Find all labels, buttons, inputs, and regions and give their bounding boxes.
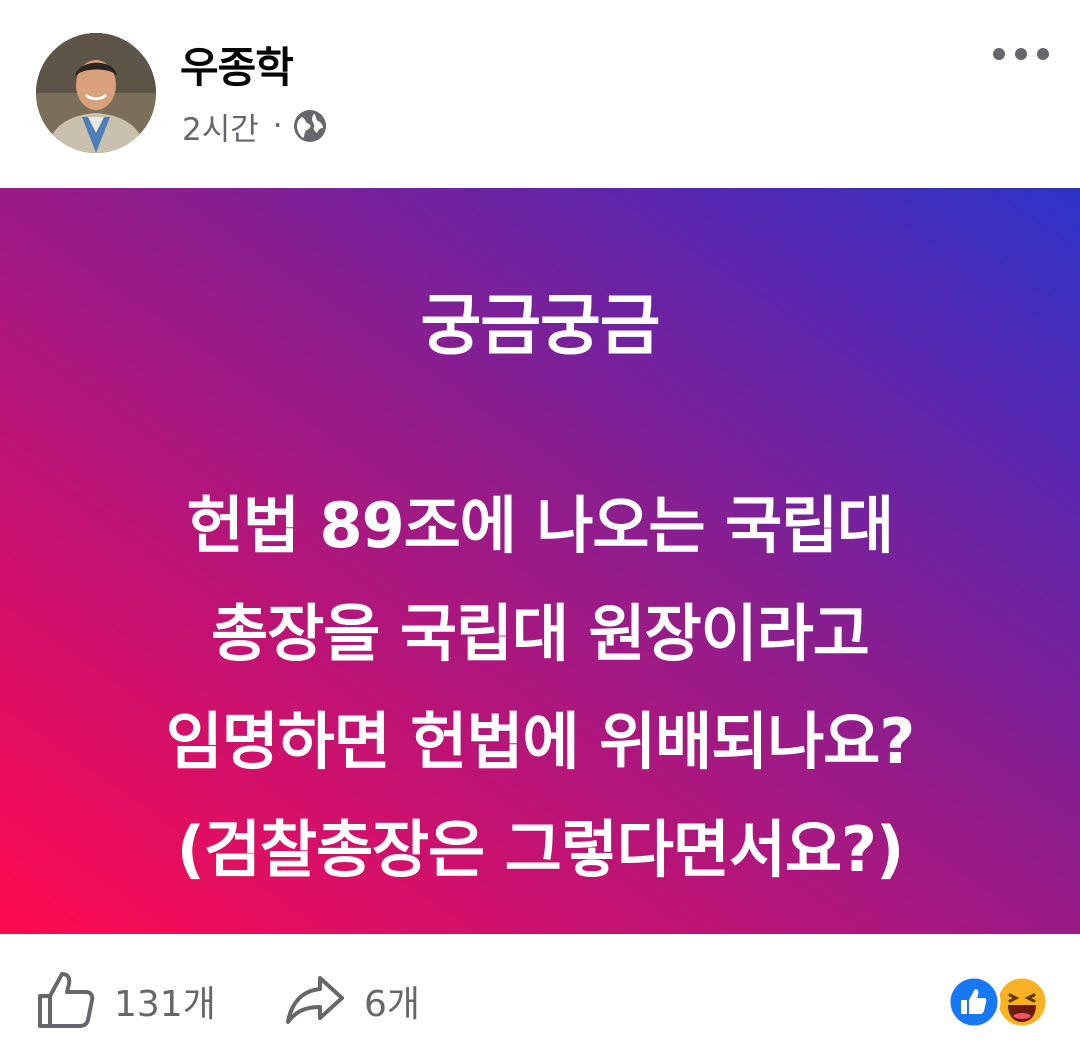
- avatar[interactable]: [36, 33, 156, 153]
- share-button[interactable]: 6개: [284, 964, 420, 1038]
- post-body: 헌법 89조에 나오는 국립대 총장을 국립대 원장이라고 임명하면 헌법에 위…: [165, 472, 916, 904]
- haha-reaction-icon: [995, 975, 1049, 1029]
- post-meta: 2시간 ·: [182, 104, 327, 148]
- post-body-line: 임명하면 헌법에 위배되나요?: [165, 705, 916, 778]
- share-arrow-icon: [284, 968, 346, 1034]
- reaction-summary[interactable]: [946, 974, 1050, 1030]
- thumbs-up-icon: [34, 968, 96, 1034]
- like-button[interactable]: 131개: [34, 964, 216, 1038]
- post-body-line: 헌법 89조에 나오는 국립대: [186, 489, 894, 562]
- like-reaction-icon: [947, 975, 1001, 1029]
- post-body-line: (검찰총장은 그렇다면서요?): [176, 813, 905, 886]
- globe-icon: [293, 109, 327, 143]
- more-options-icon[interactable]: [990, 36, 1052, 72]
- post-content: 궁금궁금 헌법 89조에 나오는 국립대 총장을 국립대 원장이라고 임명하면 …: [0, 188, 1080, 934]
- like-count: 131개: [114, 984, 216, 1025]
- post-header: 우종학 2시간 ·: [0, 0, 1080, 188]
- meta-separator: ·: [272, 108, 283, 144]
- share-count: 6개: [364, 984, 421, 1025]
- post-time[interactable]: 2시간: [182, 104, 259, 149]
- post-title: 궁금궁금: [420, 287, 661, 364]
- avatar-photo: [36, 33, 156, 153]
- author-name[interactable]: 우종학: [180, 34, 294, 95]
- post-body-line: 총장을 국립대 원장이라고: [211, 597, 870, 670]
